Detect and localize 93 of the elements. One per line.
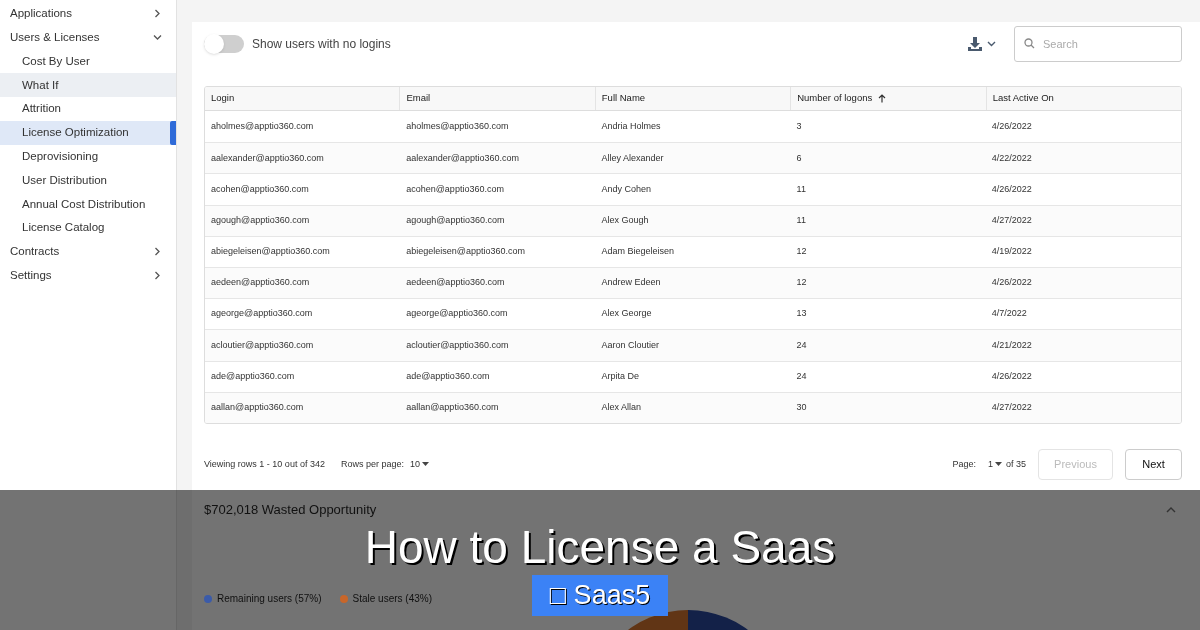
table-cell-text: 4/27/2022 [990, 401, 1033, 415]
table-cell-text: aholmes@apptio360.com [210, 119, 315, 133]
caret-icon [422, 462, 429, 467]
banner-title: How to License a Saas [364, 520, 836, 575]
table-cell-text: 11 [795, 213, 807, 227]
table-cell-text: ageorge@apptio360.com [210, 307, 314, 321]
table-cell-text: 4/26/2022 [990, 119, 1033, 133]
table-cell-text: Aaron Cloutier [600, 338, 660, 352]
table-cell-text: 12 [795, 276, 808, 290]
table-cell-text: aallan@apptio360.com [210, 401, 305, 415]
table-cell-text: Andria Holmes [600, 119, 662, 133]
search-icon [1024, 38, 1035, 49]
sidebar-item[interactable]: Settings [0, 263, 176, 288]
column-header[interactable]: Login [205, 87, 400, 110]
chevron-right-icon [153, 271, 162, 281]
table-cell-text: 6 [795, 151, 803, 165]
next-button[interactable]: Next [1125, 448, 1182, 480]
rows-per-page-label: Rows per page: [340, 457, 404, 471]
collapse-icon[interactable] [1166, 506, 1176, 513]
table-cell-text: aalexander@apptio360.com [210, 151, 325, 165]
chevron-right-icon [153, 247, 162, 257]
table-cell-text: Adam Biegeleisen [600, 245, 675, 259]
legend-label: Remaining users (57%) [217, 592, 322, 607]
sidebar-item[interactable]: License Optimization [0, 121, 176, 145]
table-cell-text: ade@apptio360.com [210, 369, 296, 383]
sidebar-item[interactable]: User Distribution [0, 168, 176, 193]
table-cell-text: aedeen@apptio360.com [210, 276, 311, 290]
table-cell-text: agough@apptio360.com [405, 213, 506, 227]
caret-icon [987, 41, 996, 47]
table-cell-text: ade@apptio360.com [405, 369, 491, 383]
table-cell-text: agough@apptio360.com [210, 213, 311, 227]
table-cell-text: aalexander@apptio360.com [405, 151, 520, 165]
table-cell-text: 24 [795, 369, 808, 383]
column-header[interactable]: Last Active On [985, 87, 1181, 110]
table-cell-text: acohen@apptio360.com [405, 182, 505, 196]
download-icon [967, 36, 983, 52]
column-header[interactable]: Full Name [594, 87, 791, 110]
table-cell-text: 4/26/2022 [990, 182, 1033, 196]
download-button[interactable] [967, 36, 996, 52]
table-cell-text: 30 [795, 401, 808, 415]
sidebar-item[interactable]: What If [0, 73, 176, 98]
table-cell-text: 4/19/2022 [990, 245, 1033, 259]
table-cell-text: Andrew Edeen [600, 276, 662, 290]
table-cell-text: aholmes@apptio360.com [405, 119, 510, 133]
sidebar-item[interactable]: Cost By User [0, 49, 176, 74]
page-count: of 35 [1005, 457, 1026, 471]
chevron-down-icon [153, 33, 162, 43]
sidebar-item[interactable]: Annual Cost Distribution [0, 192, 176, 217]
table-cell-text: Alex Gough [600, 213, 650, 227]
category-badge: □ Saas5 [531, 575, 669, 616]
table-cell-text: 4/21/2022 [990, 338, 1033, 352]
table-cell-text: Arpita De [600, 369, 640, 383]
table-cell-text: 13 [795, 307, 808, 321]
table-cell-text: 4/22/2022 [990, 151, 1033, 165]
table-cell-text: 11 [795, 182, 807, 196]
caret-icon [994, 462, 1002, 467]
table-cell-text: Alex Allan [600, 401, 642, 415]
table-cell-text: acloutier@apptio360.com [210, 338, 315, 352]
chevron-right-icon [153, 9, 162, 19]
table-cell-text: 4/7/2022 [990, 307, 1028, 321]
sidebar-item[interactable]: License Catalog [0, 216, 176, 240]
table-cell-text: 12 [795, 245, 808, 259]
column-header[interactable]: Number of logons [790, 87, 986, 110]
table-cell-text: 3 [795, 119, 803, 133]
column-header[interactable]: Email [399, 87, 595, 110]
table-cell-text: aallan@apptio360.com [405, 401, 500, 415]
sidebar-item[interactable]: Contracts [0, 239, 176, 264]
table-cell-text: ageorge@apptio360.com [405, 307, 509, 321]
sidebar-item[interactable]: Deprovisioning [0, 144, 176, 169]
page-label: Page: [952, 457, 976, 471]
table-cell-text: abiegeleisen@apptio360.com [405, 245, 526, 259]
table-cell-text: Andy Cohen [600, 182, 652, 196]
legend-label: Stale users (43%) [352, 592, 432, 607]
table-cell-text: 24 [795, 338, 808, 352]
table-cell-text: acohen@apptio360.com [210, 182, 310, 196]
rows-info: Viewing rows 1 - 10 out of 342 [204, 457, 325, 471]
table-cell-text: acloutier@apptio360.com [405, 338, 510, 352]
table-cell-text: 4/26/2022 [990, 276, 1033, 290]
rows-per-page-dropdown[interactable]: 10 [409, 457, 429, 472]
section-title: $702,018 Wasted Opportunity [204, 500, 377, 519]
table-cell-text: aedeen@apptio360.com [405, 276, 506, 290]
sidebar-item[interactable]: Users & Licenses [0, 25, 176, 50]
toggle-label: Show users with no logins [252, 36, 391, 53]
table-cell-text: Alley Alexander [600, 151, 665, 165]
toggle-switch[interactable] [204, 35, 244, 53]
table-cell-text: abiegeleisen@apptio360.com [210, 245, 331, 259]
search-field[interactable]: Search [1014, 26, 1182, 62]
sidebar-item[interactable]: Attrition [0, 97, 176, 121]
page-dropdown[interactable]: 1 [987, 457, 1002, 472]
table-cell-text: 4/26/2022 [990, 369, 1033, 383]
table-cell-text: Alex George [600, 307, 653, 321]
table-cell-text: 4/27/2022 [990, 213, 1033, 227]
sidebar-item[interactable]: Applications [0, 2, 176, 26]
